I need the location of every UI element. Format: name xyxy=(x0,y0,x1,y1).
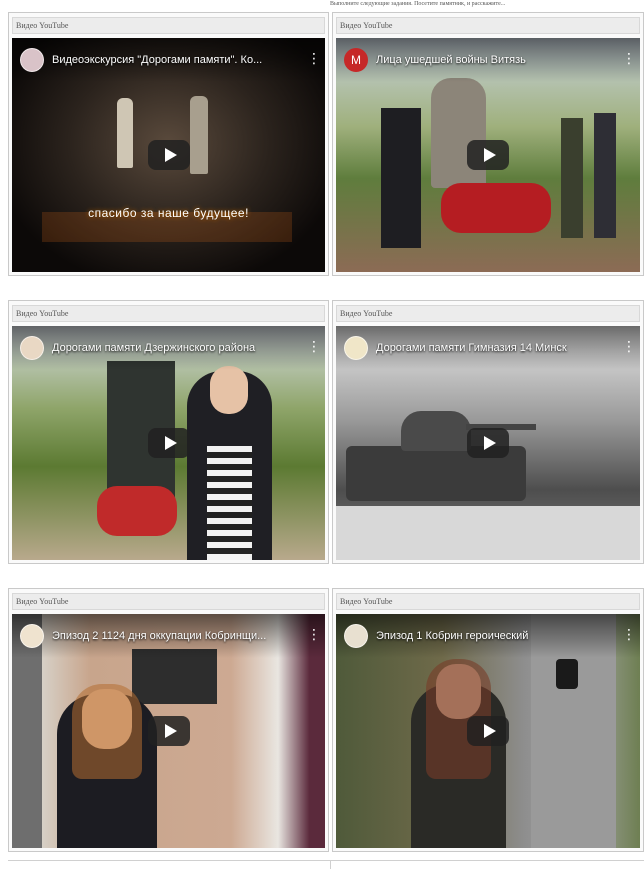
table-divider xyxy=(330,860,331,869)
play-icon[interactable] xyxy=(147,428,190,458)
video-card-3: Видео YouTube Дорогами памяти Дзержинско… xyxy=(8,300,329,564)
top-note: Выполните следующие задания. Посетите па… xyxy=(330,1,506,7)
video-title[interactable]: Дорогами памяти Дзержинского района xyxy=(52,340,299,356)
video-caption: спасибо за наше будущее! xyxy=(88,206,249,220)
youtube-header: Видео YouTube xyxy=(12,593,325,610)
video-player-5[interactable]: Эпизод 2 1124 дня оккупации Кобринщи... … xyxy=(12,614,325,848)
youtube-label: Видео YouTube xyxy=(16,597,69,606)
youtube-header: Видео YouTube xyxy=(336,17,640,34)
vertical-dots-icon[interactable]: ⋮ xyxy=(622,338,636,356)
video-player-2[interactable]: М Лица ушедшей войны Витязь ⋮ xyxy=(336,38,640,272)
video-title[interactable]: Лица ушедшей войны Витязь xyxy=(376,52,614,68)
video-player-3[interactable]: Дорогами памяти Дзержинского района ⋮ xyxy=(12,326,325,560)
vertical-dots-icon[interactable]: ⋮ xyxy=(622,626,636,644)
video-title[interactable]: Дорогами памяти Гимназия 14 Минск xyxy=(376,340,614,356)
video-card-4: Видео YouTube Дорогами памяти Гимназия 1… xyxy=(332,300,644,564)
vertical-dots-icon[interactable]: ⋮ xyxy=(307,50,321,68)
video-title[interactable]: Эпизод 1 Кобрин героический xyxy=(376,628,614,644)
youtube-header: Видео YouTube xyxy=(336,305,640,322)
video-player-1[interactable]: Видеоэкскурсия "Дорогами памяти". Ко... … xyxy=(12,38,325,272)
video-card-6: Видео YouTube Эпизод 1 Кобрин героически… xyxy=(332,588,644,852)
channel-avatar[interactable]: М xyxy=(344,48,368,72)
video-card-2: Видео YouTube М Лица ушедшей войны Витяз… xyxy=(332,12,644,276)
vertical-dots-icon[interactable]: ⋮ xyxy=(622,50,636,68)
youtube-label: Видео YouTube xyxy=(340,309,393,318)
youtube-label: Видео YouTube xyxy=(340,21,393,30)
vertical-dots-icon[interactable]: ⋮ xyxy=(307,626,321,644)
youtube-label: Видео YouTube xyxy=(16,21,69,30)
youtube-header: Видео YouTube xyxy=(12,17,325,34)
video-player-6[interactable]: Эпизод 1 Кобрин героический ⋮ xyxy=(336,614,640,848)
video-card-5: Видео YouTube Эпизод 2 1124 дня оккупаци… xyxy=(8,588,329,852)
channel-avatar[interactable] xyxy=(20,48,44,72)
video-player-4[interactable]: Дорогами памяти Гимназия 14 Минск ⋮ xyxy=(336,326,640,560)
video-card-1: Видео YouTube Видеоэкскурсия "Дорогами п… xyxy=(8,12,329,276)
channel-avatar[interactable] xyxy=(344,624,368,648)
youtube-header: Видео YouTube xyxy=(336,593,640,610)
play-icon[interactable] xyxy=(147,716,190,746)
channel-avatar[interactable] xyxy=(20,336,44,360)
youtube-label: Видео YouTube xyxy=(16,309,69,318)
table-divider xyxy=(8,860,644,861)
channel-avatar[interactable] xyxy=(344,336,368,360)
video-title[interactable]: Видеоэкскурсия "Дорогами памяти". Ко... xyxy=(52,52,299,68)
youtube-label: Видео YouTube xyxy=(340,597,393,606)
play-icon[interactable] xyxy=(467,428,509,458)
channel-avatar[interactable] xyxy=(20,624,44,648)
play-icon[interactable] xyxy=(467,140,509,170)
vertical-dots-icon[interactable]: ⋮ xyxy=(307,338,321,356)
play-icon[interactable] xyxy=(147,140,190,170)
play-icon[interactable] xyxy=(467,716,509,746)
video-title[interactable]: Эпизод 2 1124 дня оккупации Кобринщи... xyxy=(52,628,299,644)
youtube-header: Видео YouTube xyxy=(12,305,325,322)
